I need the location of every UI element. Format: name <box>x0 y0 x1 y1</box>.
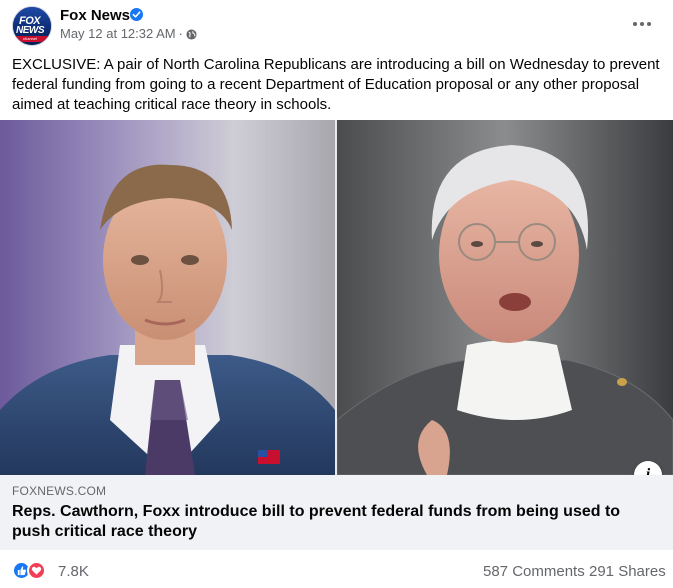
more-options-icon[interactable] <box>628 14 656 34</box>
more-dot <box>633 22 637 26</box>
link-preview-image[interactable] <box>0 120 673 475</box>
avatar-logo-text-mid: NEWS <box>16 25 45 36</box>
post-caption: EXCLUSIVE: A pair of North Carolina Repu… <box>12 56 660 113</box>
link-preview[interactable]: FOXNEWS.COM Reps. Cawthorn, Foxx introdu… <box>0 475 673 550</box>
avatar[interactable]: FOX NEWS channel <box>12 6 52 46</box>
meta-separator: · <box>178 26 183 41</box>
comments-count-link[interactable]: 587 Comments <box>483 563 585 580</box>
photo-foxx <box>337 120 673 475</box>
more-dot <box>647 22 651 26</box>
more-dot <box>640 22 644 26</box>
post-meta: May 12 at 12:32 AM · <box>60 26 197 41</box>
love-reaction-icon <box>27 561 46 580</box>
page-name-link[interactable]: Fox News <box>60 7 130 24</box>
shares-count-link[interactable]: 291 Shares <box>589 563 666 580</box>
verified-badge-icon <box>130 8 143 21</box>
feed-post: FOX NEWS channel Fox News May 12 at 12:3… <box>0 0 673 588</box>
photo-cawthorn <box>0 120 335 475</box>
link-domain: FOXNEWS.COM <box>12 484 107 498</box>
link-title[interactable]: Reps. Cawthorn, Foxx introduce bill to p… <box>12 502 652 542</box>
post-header: FOX NEWS channel Fox News May 12 at 12:3… <box>0 0 673 50</box>
globe-icon[interactable] <box>186 28 197 40</box>
avatar-logo-text-channel: channel <box>23 36 38 41</box>
reaction-icons[interactable] <box>12 561 52 581</box>
reaction-count[interactable]: 7.8K <box>58 563 89 580</box>
reactions-bar: 7.8K 587 Comments 291 Shares <box>0 552 673 588</box>
post-timestamp-link[interactable]: May 12 at 12:32 AM <box>60 26 176 41</box>
